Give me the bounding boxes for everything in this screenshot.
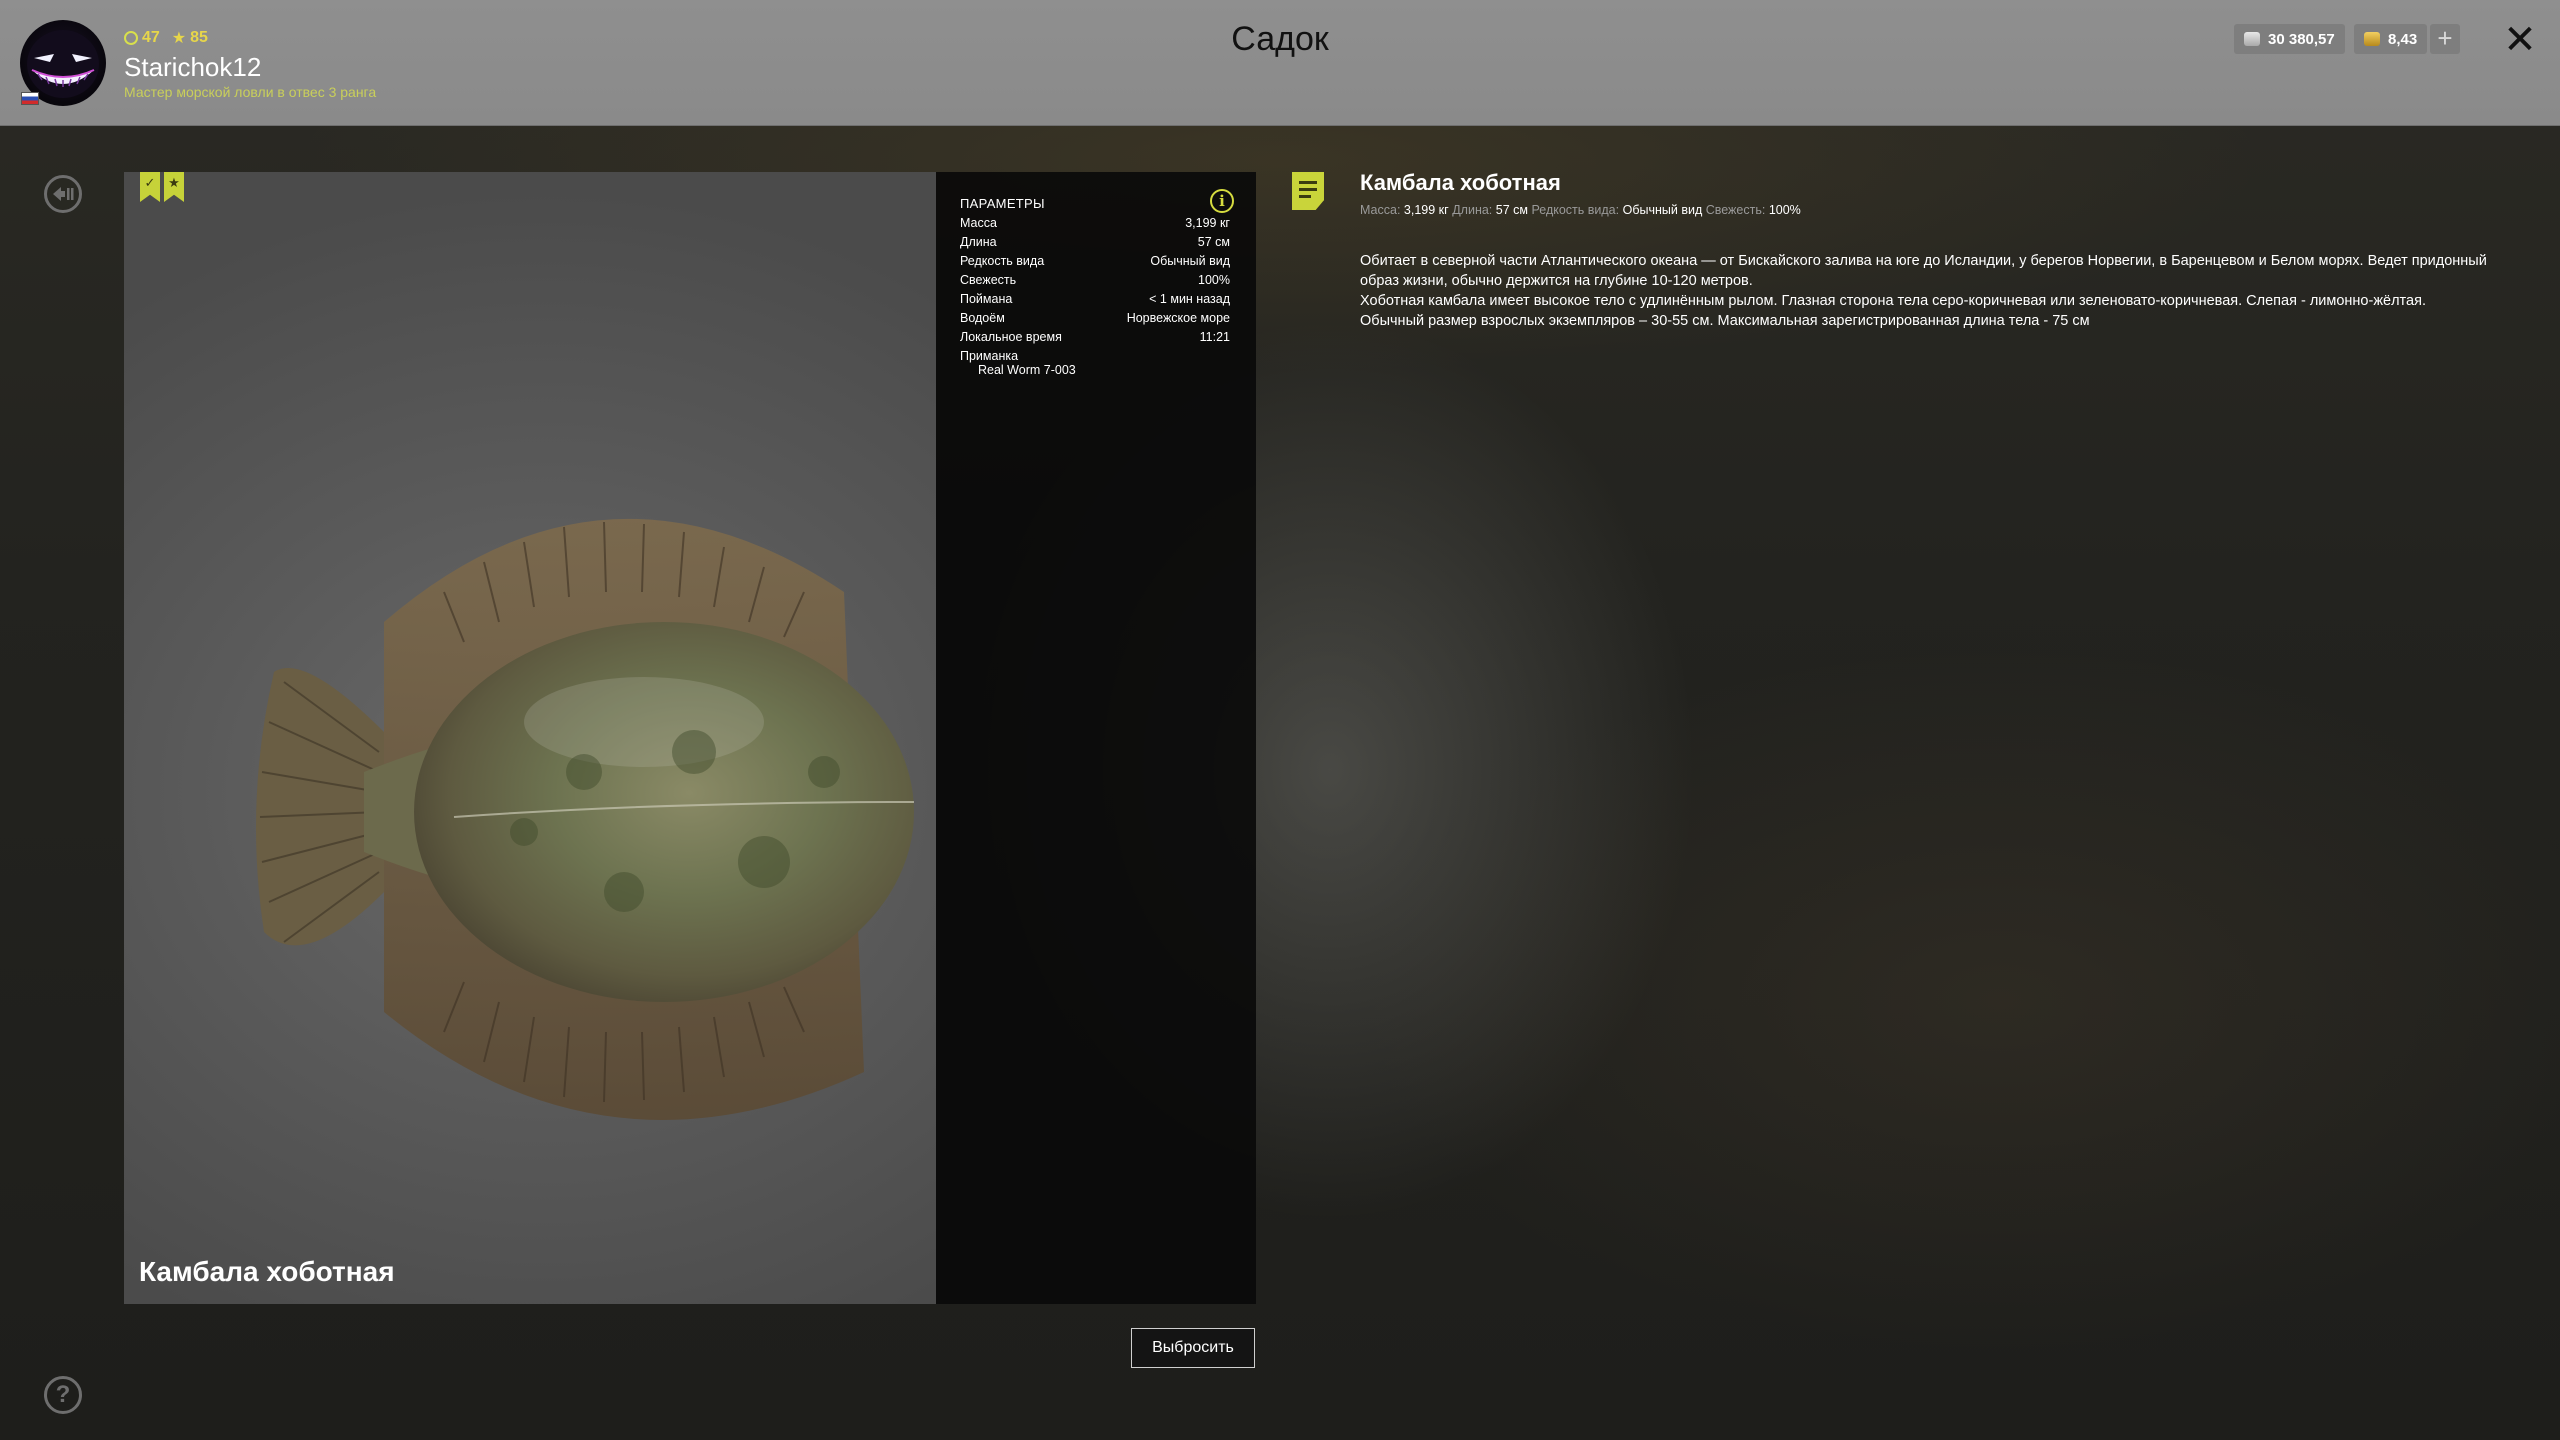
param-value: 3,199 кг: [1185, 216, 1230, 230]
summary-rarity-label: Редкость вида:: [1531, 203, 1620, 217]
release-button[interactable]: Выбросить: [1131, 1328, 1255, 1368]
param-value: 57 см: [1197, 235, 1230, 249]
summary-freshness-label: Свежесть:: [1705, 203, 1766, 217]
param-row-rarity: Редкость вида Обычный вид: [960, 254, 1230, 272]
summary-freshness-value: 100%: [1768, 203, 1801, 217]
param-value: < 1 мин назад: [1149, 292, 1230, 306]
player-rank: Мастер морской ловли в отвес 3 ранга: [124, 84, 377, 100]
gold-balance: 8,43: [2354, 24, 2428, 54]
silver-balance: 30 380,57: [2234, 24, 2345, 54]
param-row-freshness: Свежесть 100%: [960, 273, 1230, 291]
param-value: 11:21: [1199, 330, 1230, 344]
fish-bookmarks: ✓ ★: [140, 172, 184, 202]
parameters-title: ПАРАМЕТРЫ: [960, 196, 1045, 211]
param-label: Редкость вида: [960, 254, 1045, 268]
summary-mass-value: 3,199 кг: [1403, 203, 1449, 217]
param-value: Обычный вид: [1150, 254, 1230, 268]
fish-parameters-panel: ПАРАМЕТРЫ i Масса 3,199 кг Длина 57 см Р…: [936, 172, 1256, 1304]
bookmark-check-icon[interactable]: ✓: [140, 172, 160, 202]
fish-image: [256, 518, 915, 1120]
param-row-local-time: Локальное время 11:21: [960, 330, 1230, 348]
close-button[interactable]: ✕: [2500, 20, 2540, 60]
param-label: Поймана: [960, 292, 1013, 306]
back-button[interactable]: [44, 175, 82, 213]
param-label: Длина: [960, 235, 997, 249]
back-icon: [53, 187, 74, 201]
gold-balance-value: 8,43: [2388, 30, 2418, 48]
description-paragraph: Обычный размер взрослых экземпляров – 30…: [1360, 313, 2090, 329]
silver-coin-icon: [2244, 32, 2260, 46]
summary-mass-label: Масса:: [1360, 203, 1401, 217]
help-button[interactable]: ?: [44, 1376, 82, 1414]
description-title: Камбала хоботная: [1360, 170, 1561, 195]
description-body: Обитает в северной части Атлантического …: [1360, 251, 2490, 331]
description-paragraph: Хоботная камбала имеет высокое тело с уд…: [1360, 293, 2426, 309]
fish-name: Камбала хоботная: [139, 1256, 395, 1287]
param-lure-label: Приманка: [960, 349, 1019, 363]
param-value: Норвежское море: [1126, 311, 1230, 325]
gold-coin-icon: [2364, 32, 2380, 46]
description-summary: Масса: 3,199 кг Длина: 57 см Редкость ви…: [1360, 203, 1801, 217]
param-label: Свежесть: [960, 273, 1017, 287]
summary-length-label: Длина:: [1452, 203, 1493, 217]
param-lure-value: Real Worm 7-003: [978, 363, 1076, 377]
param-label: Водоём: [960, 311, 1005, 325]
param-row-caught: Поймана < 1 мин назад: [960, 292, 1230, 310]
param-row-mass: Масса 3,199 кг: [960, 216, 1230, 234]
param-value: 100%: [1198, 273, 1230, 287]
page-title: Садок: [1231, 20, 1329, 58]
silver-balance-value: 30 380,57: [2268, 30, 2335, 48]
notes-icon: [1292, 172, 1324, 210]
param-row-length: Длина 57 см: [960, 235, 1230, 253]
param-label: Масса: [960, 216, 997, 230]
param-label: Локальное время: [960, 330, 1062, 344]
flag-ru-icon: [21, 92, 39, 105]
top-bar: 47 ★ 85 Starichok12 Мастер морской ловли…: [0, 0, 2560, 126]
param-row-waterbody: Водоём Норвежское море: [960, 311, 1230, 329]
summary-rarity-value: Обычный вид: [1622, 203, 1703, 217]
info-icon[interactable]: i: [1210, 189, 1234, 213]
summary-length-value: 57 см: [1495, 203, 1528, 217]
fish-image-panel: ✓ ★ Камбала хоботная: [124, 172, 936, 1304]
description-paragraph: Обитает в северной части Атлантического …: [1360, 253, 2487, 289]
bookmark-star-icon[interactable]: ★: [164, 172, 184, 202]
buy-currency-button[interactable]: +: [2430, 24, 2460, 54]
